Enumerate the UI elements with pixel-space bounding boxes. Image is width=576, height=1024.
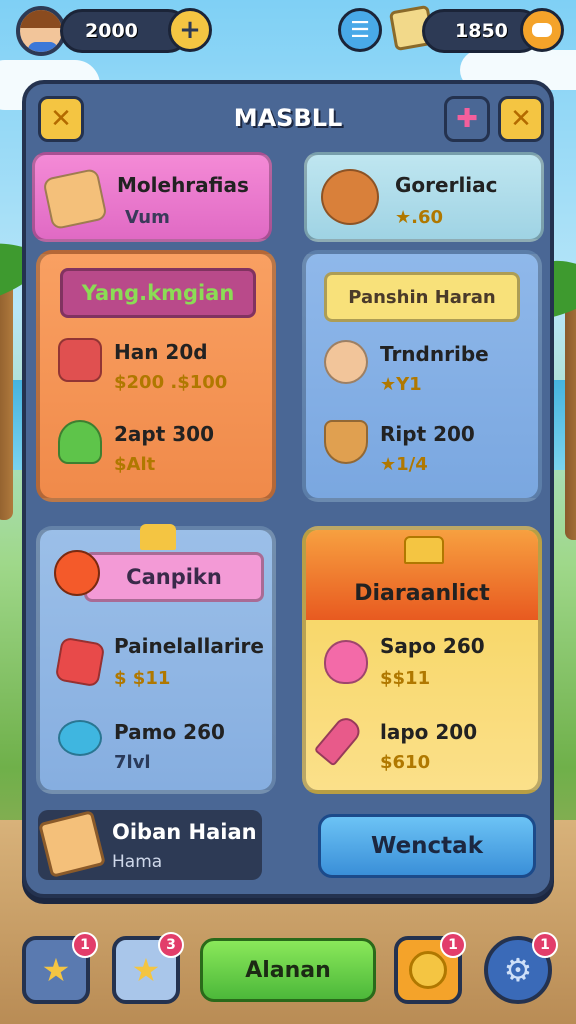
item-price: $$11 [380, 668, 431, 689]
shop-card: Canpikn Painelallarire $ $11 Pamo 260 7l… [36, 524, 276, 794]
tablet-icon [42, 167, 108, 231]
card-banner: Yang.kmgian [60, 268, 256, 318]
avatar-hair [20, 10, 62, 28]
menu-button[interactable]: ☰ [338, 8, 382, 52]
category-card[interactable]: Molehrafias Vum [32, 152, 272, 242]
close-icon: ✕ [50, 104, 72, 134]
speech-bubble-icon [532, 23, 552, 37]
plus-icon: + [179, 15, 201, 45]
paint-roller-icon[interactable] [58, 338, 102, 382]
card-banner: Canpikn [84, 552, 264, 602]
item-name: Trndnribe [380, 342, 489, 366]
category-subtitle: Vum [125, 207, 170, 228]
card-banner: Panshin Haran [324, 272, 520, 322]
bowl-icon [321, 169, 379, 225]
notification-badge: 1 [532, 932, 558, 958]
add-button[interactable]: ✚ [444, 96, 490, 142]
crown-icon [140, 524, 176, 550]
item-price: $200 .$100 [114, 372, 228, 393]
coin-icon [409, 951, 447, 989]
pink-bowl-icon[interactable] [324, 640, 368, 684]
cross-icon: ✕ [510, 104, 532, 134]
promo-title: Oiban Haian [112, 820, 257, 844]
character-icon[interactable] [324, 340, 368, 384]
avatar[interactable] [16, 6, 66, 56]
item-name: Ript 200 [380, 422, 475, 446]
blue-gem-icon[interactable] [58, 720, 102, 756]
item-name: Han 20d [114, 340, 208, 364]
center-button[interactable]: Alanan [200, 938, 376, 1002]
center-button-label: Alanan [245, 957, 331, 983]
promo-subtitle: Hama [112, 852, 163, 872]
promo-box[interactable]: Oiban Haian Hama [38, 810, 262, 880]
notification-badge: 1 [440, 932, 466, 958]
item-name: Sapo 260 [380, 634, 485, 658]
notification-badge: 3 [158, 932, 184, 958]
red-gem-icon[interactable] [54, 636, 106, 688]
avatar-shirt [28, 42, 58, 52]
card-banner: Diaraanlict [354, 580, 490, 606]
popsicle-icon[interactable] [313, 713, 365, 767]
shop-card: Diaraanlict Sapo 260 $$11 lapo 200 $610 [302, 526, 542, 794]
shop-card: Yang.kmgian Han 20d $200 .$100 2apt 300 … [36, 250, 276, 502]
crown-icon [404, 536, 444, 564]
shop-panel: MASBLL ✕ ✚ ✕ Molehrafias Vum Gorerliac ★… [22, 80, 554, 898]
shop-card: Panshin Haran Trndnribe ★Y1 Ript 200 ★1/… [302, 250, 542, 502]
action-button-label: Wenctak [371, 833, 483, 859]
category-subtitle: ★.60 [395, 207, 444, 228]
green-tool-icon[interactable] [58, 420, 102, 464]
chat-button[interactable] [520, 8, 564, 52]
fruit-character-icon [54, 550, 100, 596]
item-name: 2apt 300 [114, 422, 214, 446]
secondary-button[interactable]: ✕ [498, 96, 544, 142]
category-title: Gorerliac [395, 173, 498, 197]
item-price: $ $11 [114, 668, 171, 689]
cake-basket-icon[interactable] [324, 420, 368, 464]
notification-badge: 1 [72, 932, 98, 958]
plus-icon: ✚ [456, 104, 478, 134]
gem-amount: 1850 [455, 20, 508, 42]
action-button[interactable]: Wenctak [318, 814, 536, 878]
item-price: $610 [380, 752, 431, 773]
item-price: $Alt [114, 454, 156, 475]
star-icon: ★ [41, 951, 71, 989]
item-price: ★1/4 [380, 454, 428, 475]
item-price: ★Y1 [380, 374, 422, 395]
close-button[interactable]: ✕ [38, 96, 84, 142]
item-name: Painelallarire [114, 634, 264, 658]
scroll-icon [38, 810, 106, 878]
gear-icon: ⚙ [503, 951, 533, 989]
menu-icon: ☰ [350, 17, 370, 43]
item-name: Pamo 260 [114, 720, 225, 744]
category-title: Molehrafias [117, 173, 249, 197]
category-card[interactable]: Gorerliac ★.60 [304, 152, 544, 242]
add-coins-button[interactable]: + [168, 8, 212, 52]
coin-amount: 2000 [85, 20, 138, 42]
star-hand-icon: ★ [131, 951, 161, 989]
item-price: 7lvl [114, 752, 151, 773]
item-name: lapo 200 [380, 720, 478, 744]
